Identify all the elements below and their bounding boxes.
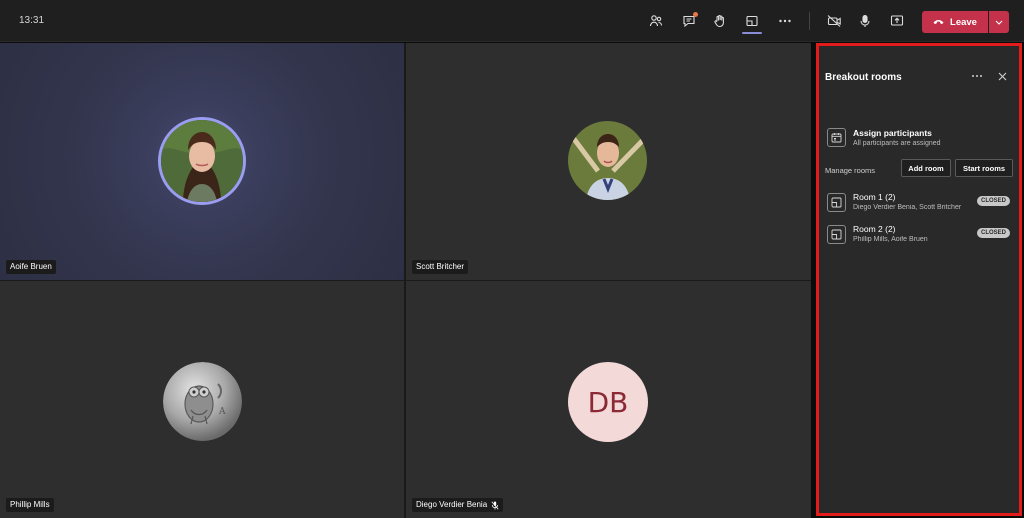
raise-hand-icon[interactable] bbox=[708, 9, 732, 33]
notification-dot bbox=[693, 12, 698, 17]
more-icon[interactable] bbox=[773, 9, 797, 33]
room-name: Room 2 (2) bbox=[853, 224, 896, 234]
participant-avatar bbox=[158, 117, 246, 205]
breakout-rooms-icon[interactable] bbox=[740, 9, 764, 33]
breakout-rooms-panel: Breakout rooms Assign participants All p… bbox=[816, 43, 1022, 516]
initials-avatar: DB bbox=[568, 362, 648, 442]
add-room-button[interactable]: Add room bbox=[901, 159, 951, 177]
participant-tile[interactable]: Aoife Bruen bbox=[0, 43, 404, 280]
participant-name-tag: Phillip Mills bbox=[6, 498, 54, 512]
chevron-down-icon bbox=[995, 20, 1003, 25]
meeting-timer: 13:31 bbox=[19, 15, 45, 26]
microphone-icon[interactable] bbox=[853, 9, 877, 33]
avatar-initials: DB bbox=[587, 385, 629, 419]
participant-name-tag: Diego Verdier Benia bbox=[412, 498, 504, 512]
leave-label: Leave bbox=[950, 16, 977, 28]
close-icon[interactable] bbox=[994, 68, 1010, 84]
room-members: Diego Verdier Benia, Scott Britcher bbox=[853, 204, 962, 211]
participant-tile[interactable]: Scott Britcher bbox=[406, 43, 811, 280]
start-rooms-button[interactable]: Start rooms bbox=[955, 159, 1013, 177]
leave-button[interactable]: Leave bbox=[922, 11, 988, 33]
assign-participants-button[interactable]: Assign participants All participants are… bbox=[825, 126, 1015, 154]
muted-mic-icon bbox=[491, 501, 499, 509]
toolbar-divider bbox=[809, 12, 810, 30]
chat-icon[interactable] bbox=[677, 9, 701, 33]
video-grid: Aoife Bruen Scott Britcher A Phillip Mil… bbox=[0, 43, 811, 518]
room-icon bbox=[827, 225, 846, 244]
camera-off-icon[interactable] bbox=[822, 9, 846, 33]
assign-participants-title: Assign participants bbox=[853, 128, 932, 138]
assign-participants-icon bbox=[827, 128, 846, 147]
more-options-icon[interactable] bbox=[969, 68, 985, 84]
active-tab-indicator bbox=[742, 32, 762, 34]
room-list-item[interactable]: Room 2 (2) Phillip Mills, Aoife Bruen CL… bbox=[825, 223, 1015, 249]
participant-name-tag: Aoife Bruen bbox=[6, 260, 56, 274]
participant-name-tag: Scott Britcher bbox=[412, 260, 469, 274]
leave-options-dropdown[interactable] bbox=[989, 11, 1009, 33]
room-members: Phillip Mills, Aoife Bruen bbox=[853, 236, 928, 243]
participants-icon[interactable] bbox=[644, 9, 668, 33]
room-status-badge: CLOSED bbox=[977, 228, 1011, 238]
room-list-item[interactable]: Room 1 (2) Diego Verdier Benia, Scott Br… bbox=[825, 191, 1015, 217]
room-icon bbox=[827, 193, 846, 212]
share-screen-icon[interactable] bbox=[885, 9, 909, 33]
svg-text:A: A bbox=[218, 407, 226, 417]
panel-title: Breakout rooms bbox=[825, 72, 902, 83]
participant-avatar bbox=[568, 121, 647, 200]
room-status-badge: CLOSED bbox=[977, 196, 1011, 206]
participant-avatar: A bbox=[163, 362, 242, 441]
hang-up-icon bbox=[933, 20, 944, 25]
participant-tile[interactable]: DB Diego Verdier Benia bbox=[406, 281, 811, 518]
manage-rooms-label: Manage rooms bbox=[825, 166, 876, 175]
participant-tile[interactable]: A Phillip Mills bbox=[0, 281, 404, 518]
room-name: Room 1 (2) bbox=[853, 192, 896, 202]
meeting-toolbar: 13:31 Leave bbox=[0, 0, 1024, 42]
assign-participants-subtitle: All participants are assigned bbox=[853, 140, 941, 147]
